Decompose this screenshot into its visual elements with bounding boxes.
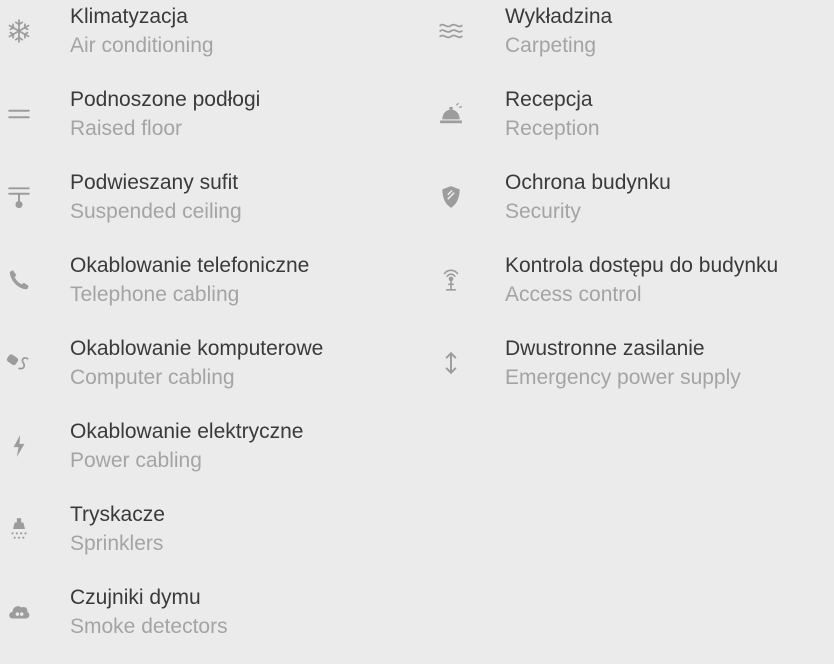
reception-bell-icon [436, 99, 466, 129]
feature-label-pl: Tryskacze [70, 503, 165, 526]
feature-item-raised-floor: Podnoszone podłogi Raised floor [0, 83, 420, 166]
feature-item-air-conditioning: Klimatyzacja Air conditioning [0, 0, 420, 83]
feature-label-pl: Podwieszany sufit [70, 171, 239, 194]
feature-label-pl: Kontrola dostępu do budynku [505, 254, 779, 277]
shield-icon [436, 182, 466, 212]
feature-item-power-cabling: Okablowanie elektryczne Power cabling [0, 415, 420, 498]
feature-item-computer-cabling: Okablowanie komputerowe Computer cabling [0, 332, 420, 415]
network-cable-icon [4, 348, 34, 378]
feature-item-security: Ochrona budynku Security [430, 166, 834, 249]
feature-label-en: Emergency power supply [505, 366, 741, 389]
feature-label-pl: Klimatyzacja [70, 5, 188, 28]
feature-label-pl: Podnoszone podłogi [70, 88, 261, 111]
feature-label-en: Smoke detectors [70, 615, 228, 638]
feature-label-pl: Czujniki dymu [70, 586, 201, 609]
feature-item-smoke-detectors: Czujniki dymu Smoke detectors [0, 581, 420, 664]
feature-label-en: Reception [505, 117, 600, 140]
feature-label-en: Telephone cabling [70, 283, 240, 306]
feature-label-en: Raised floor [70, 117, 183, 140]
feature-label-pl: Ochrona budynku [505, 171, 671, 194]
raised-floor-icon [4, 99, 34, 129]
feature-item-emergency-power: Dwustronne zasilanie Emergency power sup… [430, 332, 834, 415]
suspended-ceiling-icon [4, 182, 34, 212]
lightning-icon [4, 431, 34, 461]
features-left-column: Klimatyzacja Air conditioning Podnoszone… [0, 0, 420, 664]
feature-item-reception: Recepcja Reception [430, 83, 834, 166]
waves-icon [436, 16, 466, 46]
feature-label-en: Access control [505, 283, 642, 306]
feature-label-en: Computer cabling [70, 366, 235, 389]
sprinkler-icon [4, 514, 34, 544]
snowflake-icon [4, 16, 34, 46]
feature-label-en: Power cabling [70, 449, 202, 472]
feature-label-en: Air conditioning [70, 34, 214, 57]
smoke-detector-icon [4, 597, 34, 627]
feature-label-en: Carpeting [505, 34, 597, 57]
feature-label-en: Security [505, 200, 581, 223]
feature-label-pl: Okablowanie komputerowe [70, 337, 324, 360]
feature-item-access-control: Kontrola dostępu do budynku Access contr… [430, 249, 834, 332]
phone-icon [4, 265, 34, 295]
feature-label-pl: Okablowanie telefoniczne [70, 254, 310, 277]
feature-label-en: Suspended ceiling [70, 200, 242, 223]
feature-label-pl: Recepcja [505, 88, 593, 111]
feature-item-suspended-ceiling: Podwieszany sufit Suspended ceiling [0, 166, 420, 249]
feature-item-telephone-cabling: Okablowanie telefoniczne Telephone cabli… [0, 249, 420, 332]
antenna-icon [436, 265, 466, 295]
features-right-column: Wykładzina Carpeting Recepcja Reception [430, 0, 834, 415]
feature-label-pl: Dwustronne zasilanie [505, 337, 705, 360]
feature-label-pl: Wykładzina [505, 5, 613, 28]
updown-arrow-icon [436, 348, 466, 378]
feature-item-sprinklers: Tryskacze Sprinklers [0, 498, 420, 581]
feature-label-pl: Okablowanie elektryczne [70, 420, 304, 443]
feature-label-en: Sprinklers [70, 532, 164, 555]
feature-item-carpeting: Wykładzina Carpeting [430, 0, 834, 83]
